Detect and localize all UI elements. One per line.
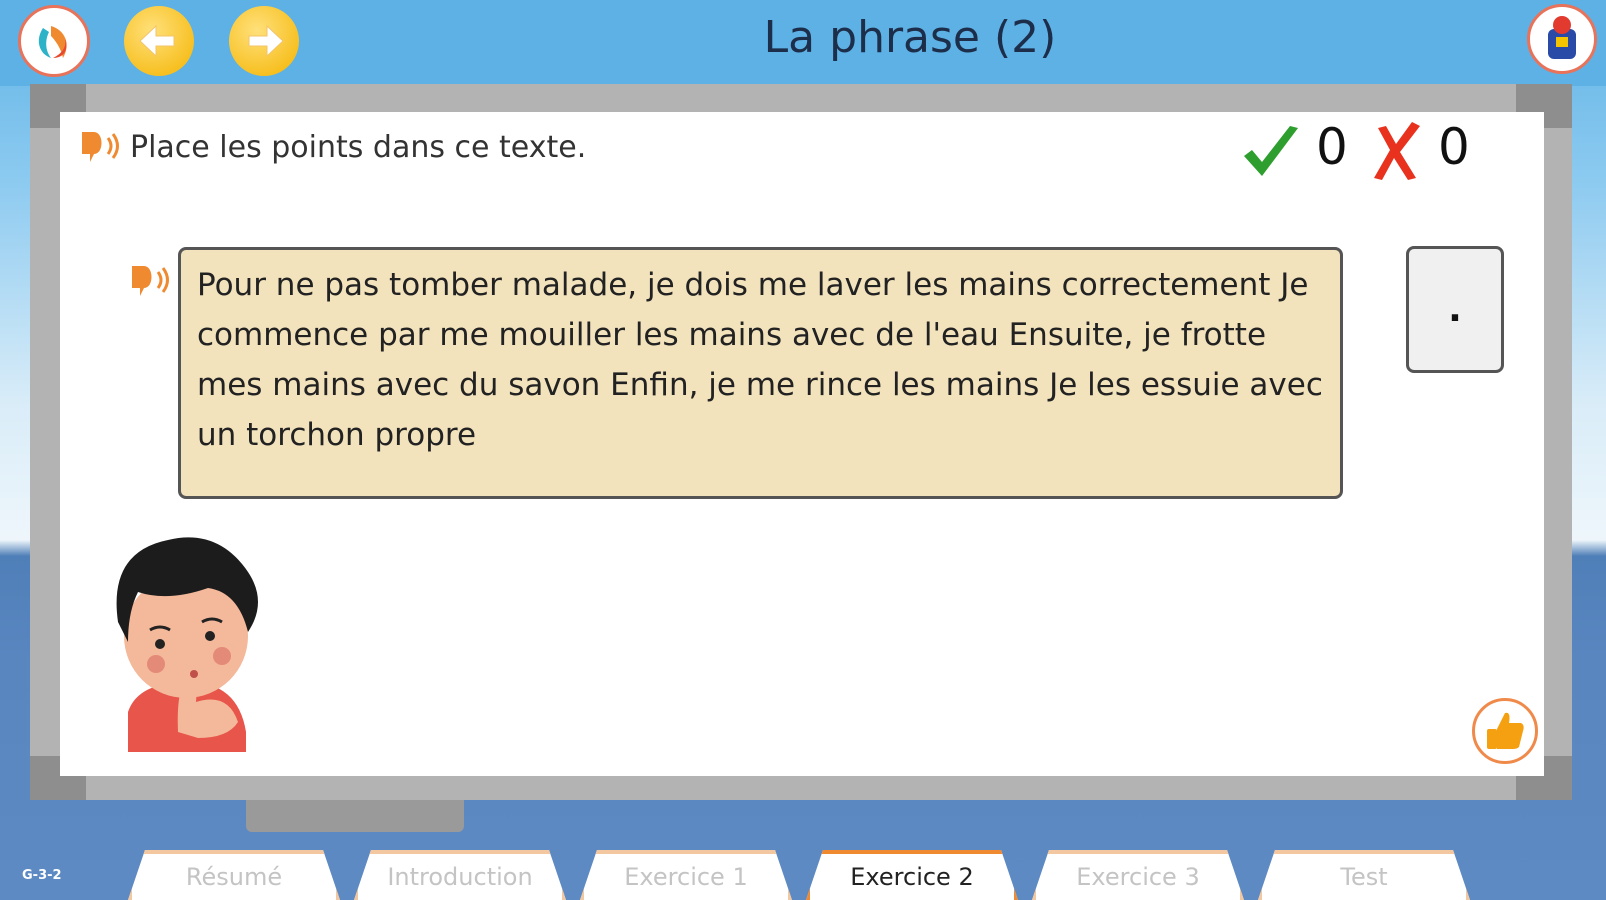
tab-exercice-2[interactable]: Exercice 2: [806, 850, 1018, 900]
cross-icon: [1374, 122, 1420, 180]
version-label: G-3-2: [22, 868, 62, 883]
thinking-boy-illustration: [116, 537, 258, 752]
app-logo-button[interactable]: [18, 5, 90, 77]
tab-exercice-3[interactable]: Exercice 3: [1032, 850, 1244, 900]
correct-count: 0: [1316, 118, 1348, 176]
instruction-text: Place les points dans ce texte.: [130, 130, 587, 165]
student-avatar-icon: [1548, 16, 1576, 59]
period-token[interactable]: .: [1406, 246, 1504, 373]
thumbs-up-icon: [1487, 712, 1524, 749]
tab-introduction[interactable]: Introduction: [354, 850, 566, 900]
previous-button[interactable]: [124, 6, 194, 76]
validate-button[interactable]: [1472, 698, 1538, 764]
arrow-right-icon: [248, 24, 284, 58]
tab-exercice-1[interactable]: Exercice 1: [580, 850, 792, 900]
tab-resume[interactable]: Résumé: [128, 850, 340, 900]
wrong-count: 0: [1438, 118, 1470, 176]
passage-text[interactable]: Pour ne pas tomber malade, je dois me la…: [178, 247, 1343, 499]
app-logo-icon: [38, 26, 67, 58]
profile-button[interactable]: [1527, 4, 1597, 74]
page-title: La phrase (2): [763, 12, 1057, 63]
next-button[interactable]: [229, 6, 299, 76]
arrow-left-icon: [139, 24, 175, 58]
whiteboard-stand: [246, 800, 464, 832]
speaker-icon[interactable]: [80, 128, 122, 168]
checkmark-icon: [1244, 126, 1298, 176]
tab-test[interactable]: Test: [1258, 850, 1470, 900]
passage-speaker-icon[interactable]: [130, 262, 172, 302]
